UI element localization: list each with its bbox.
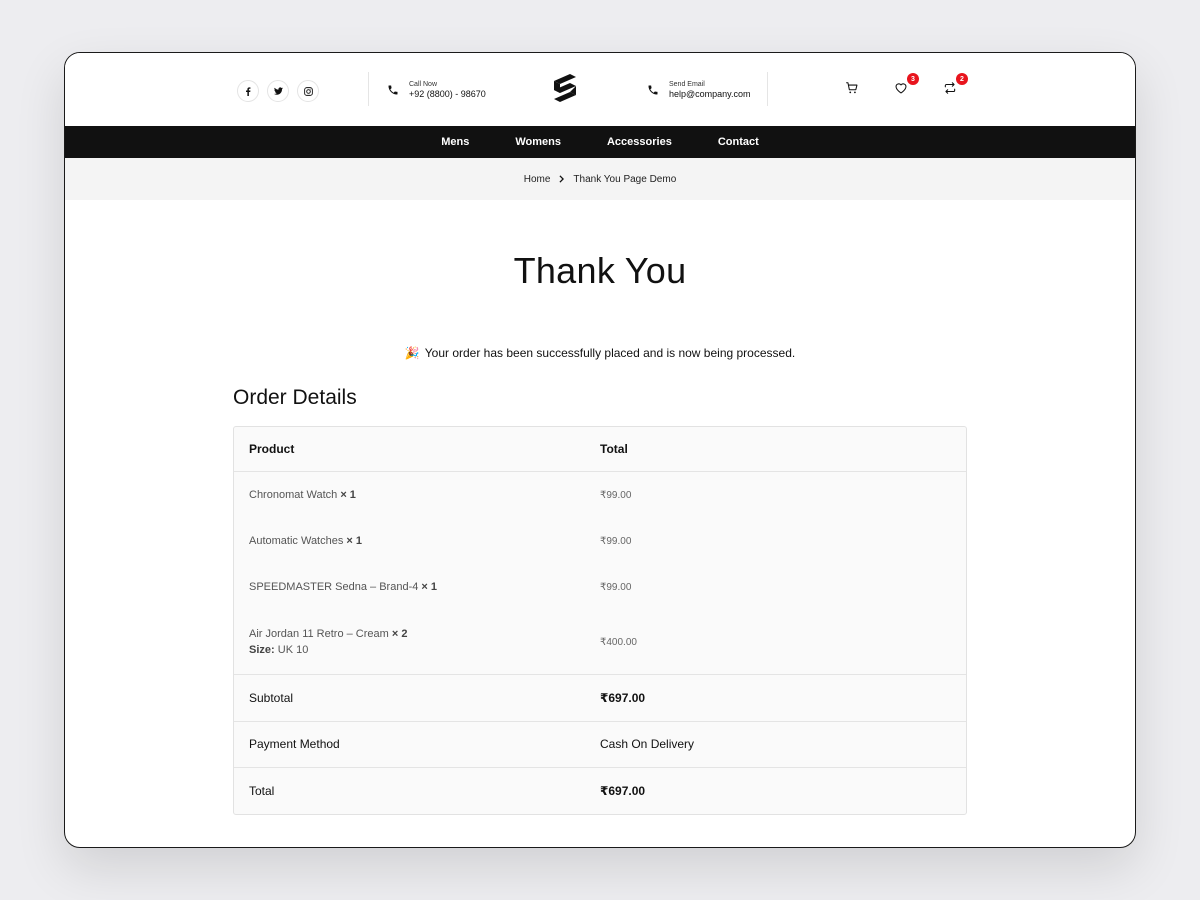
party-popper-icon: 🎉: [404, 346, 420, 360]
subtotal-value: ₹697.00: [600, 690, 646, 705]
product-name[interactable]: Chronomat Watch: [249, 489, 337, 501]
payment-method-value: Cash On Delivery: [600, 737, 695, 752]
column-header-product: Product: [249, 442, 295, 456]
order-confirmation-message: 🎉 Your order has been successfully place…: [65, 346, 1135, 360]
email-address: help@company.com: [669, 89, 751, 99]
product-cell: Chronomat Watch × 1: [234, 489, 600, 501]
compare-arrows-icon: [944, 82, 956, 94]
product-name[interactable]: SPEEDMASTER Sedna – Brand-4: [249, 581, 418, 593]
product-total: ₹99.00: [600, 581, 632, 593]
facebook-icon[interactable]: [237, 80, 259, 102]
header-divider: [767, 72, 768, 106]
nav-item-contact[interactable]: Contact: [695, 136, 782, 148]
order-details-heading: Order Details: [233, 386, 357, 409]
product-cell: Automatic Watches × 1: [234, 535, 600, 547]
nav-item-mens[interactable]: Mens: [418, 136, 492, 148]
chevron-right-icon: [559, 175, 565, 183]
product-variation: Size: UK 10: [249, 644, 600, 656]
twitter-icon[interactable]: [267, 80, 289, 102]
subtotal-row: Subtotal ₹697.00: [234, 674, 966, 721]
product-name[interactable]: Air Jordan 11 Retro – Cream: [249, 628, 389, 640]
site-logo[interactable]: [551, 73, 579, 105]
instagram-icon[interactable]: [297, 80, 319, 102]
product-cell: SPEEDMASTER Sedna – Brand-4 × 1: [234, 581, 600, 593]
product-quantity: × 2: [391, 628, 408, 640]
product-total: ₹99.00: [600, 535, 632, 547]
header-divider: [368, 72, 369, 106]
total-row: Total ₹697.00: [234, 767, 966, 814]
breadcrumb: Home Thank You Page Demo: [65, 158, 1135, 200]
subtotal-label: Subtotal: [249, 690, 294, 705]
cart-icon: [846, 82, 858, 94]
heart-icon: [895, 83, 907, 94]
phone-icon: [648, 85, 658, 95]
page-title: Thank You: [513, 250, 687, 291]
product-quantity: × 1: [346, 535, 363, 547]
breadcrumb-home-link[interactable]: Home: [524, 174, 551, 185]
breadcrumb-current: Thank You Page Demo: [573, 173, 677, 185]
wishlist-button[interactable]: 3: [894, 73, 919, 100]
email-label: Send Email: [669, 81, 705, 88]
call-label: Call Now: [409, 81, 438, 88]
variation-value: UK 10: [277, 644, 309, 656]
nav-item-womens[interactable]: Womens: [492, 136, 584, 148]
main-nav: Mens Womens Accessories Contact: [65, 126, 1135, 158]
send-email[interactable]: Send Email help@company.com: [647, 80, 751, 100]
product-total: ₹400.00: [600, 636, 637, 648]
call-number: +92 (8800) - 98670: [409, 89, 486, 99]
nav-item-accessories[interactable]: Accessories: [584, 136, 695, 148]
total-value: ₹697.00: [600, 783, 646, 798]
column-header-total: Total: [600, 442, 628, 456]
phone-icon: [388, 85, 398, 95]
payment-method-label: Payment Method: [249, 737, 340, 752]
product-quantity: × 1: [340, 489, 356, 501]
product-name[interactable]: Automatic Watches: [249, 535, 343, 547]
product-total: ₹99.00: [600, 489, 632, 501]
wishlist-count-badge: 3: [907, 73, 919, 85]
product-quantity: × 1: [421, 581, 438, 593]
call-now[interactable]: Call Now +92 (8800) - 98670: [387, 80, 486, 100]
cart-button[interactable]: [845, 81, 859, 100]
table-row: SPEEDMASTER Sedna – Brand-4 × 1 ₹99.00: [234, 564, 966, 610]
product-cell: Air Jordan 11 Retro – Cream × 2 Size: UK…: [234, 628, 600, 656]
social-links: [237, 80, 319, 102]
payment-method-row: Payment Method Cash On Delivery: [234, 720, 966, 768]
total-label: Total: [249, 783, 275, 798]
compare-button[interactable]: 2: [943, 73, 968, 100]
site-header: Call Now +92 (8800) - 98670 Send Email h…: [65, 53, 1135, 126]
variation-label: Size:: [249, 644, 275, 656]
confirmation-text: Your order has been successfully placed …: [424, 346, 796, 360]
table-row: Air Jordan 11 Retro – Cream × 2 Size: UK…: [234, 610, 966, 674]
table-header-row: Product Total: [234, 427, 966, 472]
order-details-table: Product Total Chronomat Watch × 1 ₹99.00…: [233, 426, 967, 815]
table-row: Chronomat Watch × 1 ₹99.00: [234, 472, 966, 518]
table-row: Automatic Watches × 1 ₹99.00: [234, 518, 966, 564]
browser-frame: Call Now +92 (8800) - 98670 Send Email h…: [64, 52, 1136, 848]
compare-count-badge: 2: [956, 73, 968, 85]
